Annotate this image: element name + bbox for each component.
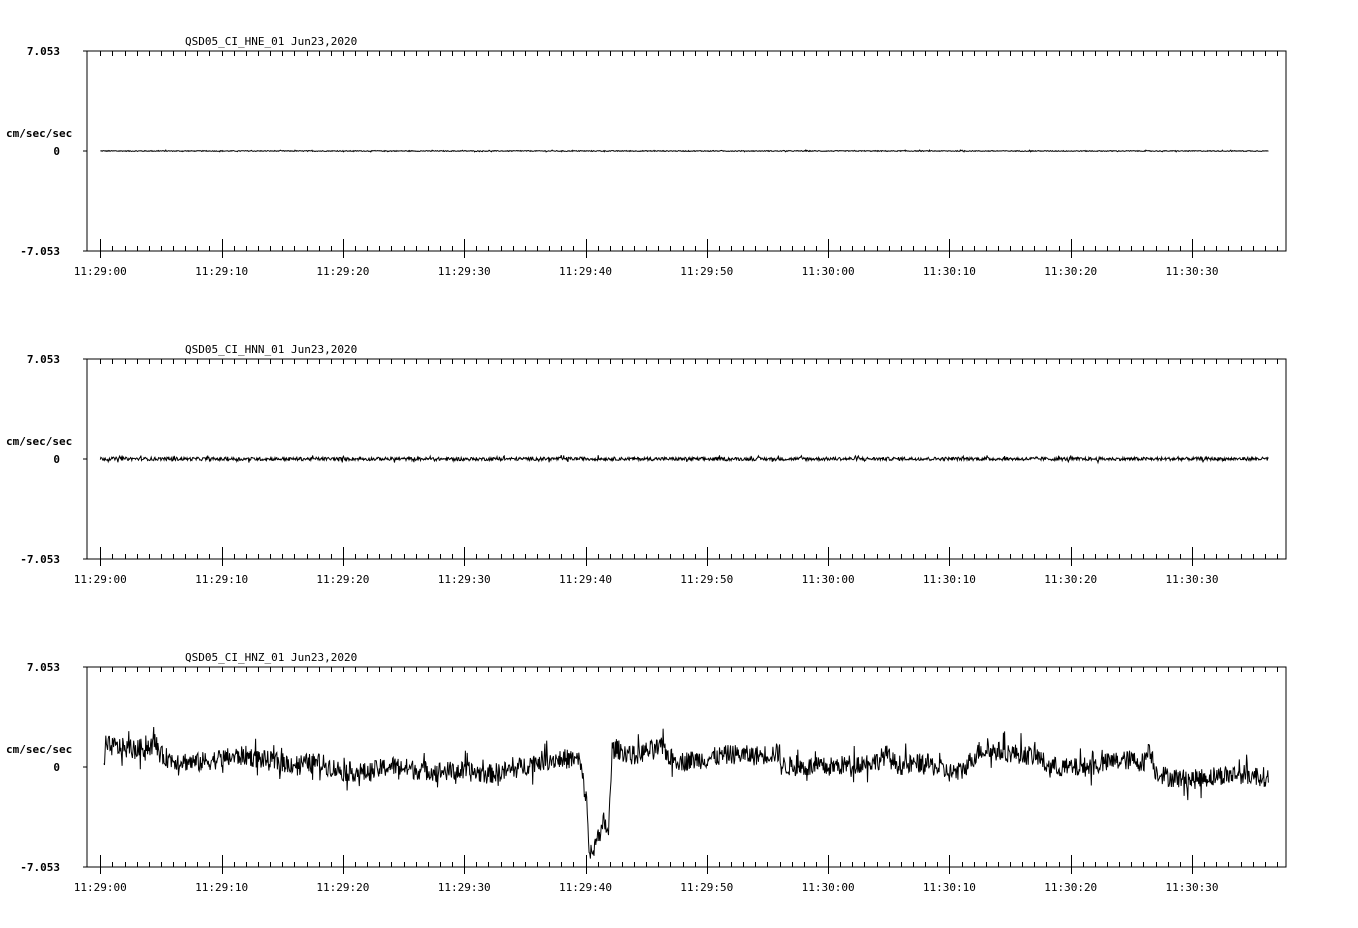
waveform-trace [103,726,1269,859]
x-tick-label: 11:30:30 [1166,881,1219,894]
x-tick-label: 11:29:40 [559,265,612,278]
x-tick-label: 11:29:20 [316,265,369,278]
x-tick-label: 11:29:50 [680,265,733,278]
y-tick-label: 0 [53,145,60,158]
x-tick-label: 11:30:20 [1044,573,1097,586]
x-tick-label: 11:30:00 [802,265,855,278]
y-tick-label: 7.053 [27,661,60,674]
x-tick-label: 11:29:00 [74,881,127,894]
x-tick-label: 11:29:50 [680,881,733,894]
x-tick-label: 11:30:10 [923,881,976,894]
x-tick-label: 11:30:00 [802,881,855,894]
x-tick-label: 11:29:10 [195,881,248,894]
x-tick-label: 11:30:20 [1044,265,1097,278]
y-tick-label: -7.053 [20,553,60,566]
x-tick-label: 11:29:30 [438,881,491,894]
x-tick-label: 11:30:30 [1166,265,1219,278]
y-axis-label: cm/sec/sec [6,743,72,756]
waveform-trace [99,454,1269,465]
x-tick-label: 11:29:40 [559,881,612,894]
x-tick-label: 11:29:10 [195,573,248,586]
y-axis-label: cm/sec/sec [6,435,72,448]
panel-1: QSD05_CI_HNE_01 Jun23,2020 cm/sec/sec 7.05… [6,35,1287,278]
x-tick-label: 11:30:20 [1044,881,1097,894]
x-tick-label: 11:29:20 [316,881,369,894]
y-tick-label: 0 [53,453,60,466]
y-axis-label: cm/sec/sec [6,127,72,140]
y-tick-label: 7.053 [27,353,60,366]
x-tick-label: 11:30:10 [923,573,976,586]
x-tick-label: 11:29:20 [316,573,369,586]
y-tick-label: 7.053 [27,45,60,58]
panel-title: QSD05_CI_HNE_01 Jun23,2020 [185,35,357,48]
y-tick-label: -7.053 [20,245,60,258]
waveform-trace [100,148,1269,153]
x-tick-label: 11:30:30 [1166,573,1219,586]
y-tick-label: -7.053 [20,861,60,874]
x-tick-label: 11:29:10 [195,265,248,278]
panel-title: QSD05_CI_HNZ_01 Jun23,2020 [185,651,357,664]
x-tick-label: 11:29:40 [559,573,612,586]
x-tick-label: 11:29:00 [74,573,127,586]
panel-3: QSD05_CI_HNZ_01 Jun23,2020 cm/sec/sec 7.05… [6,651,1287,894]
x-tick-label: 11:29:00 [74,265,127,278]
x-tick-label: 11:30:00 [802,573,855,586]
seismogram-chart-svg: QSD05_CI_HNE_01 Jun23,2020 cm/sec/sec 7.05… [6,35,1287,894]
x-tick-label: 11:29:30 [438,265,491,278]
seismogram-figure: QSD05_CI_HNE_01 Jun23,2020 cm/sec/sec 7.05… [0,0,1358,924]
x-tick-label: 11:29:30 [438,573,491,586]
panel-title: QSD05_CI_HNN_01 Jun23,2020 [185,343,357,356]
x-tick-label: 11:29:50 [680,573,733,586]
y-tick-label: 0 [53,761,60,774]
panel-2: QSD05_CI_HNN_01 Jun23,2020 cm/sec/sec 7.05… [6,343,1287,586]
x-tick-label: 11:30:10 [923,265,976,278]
